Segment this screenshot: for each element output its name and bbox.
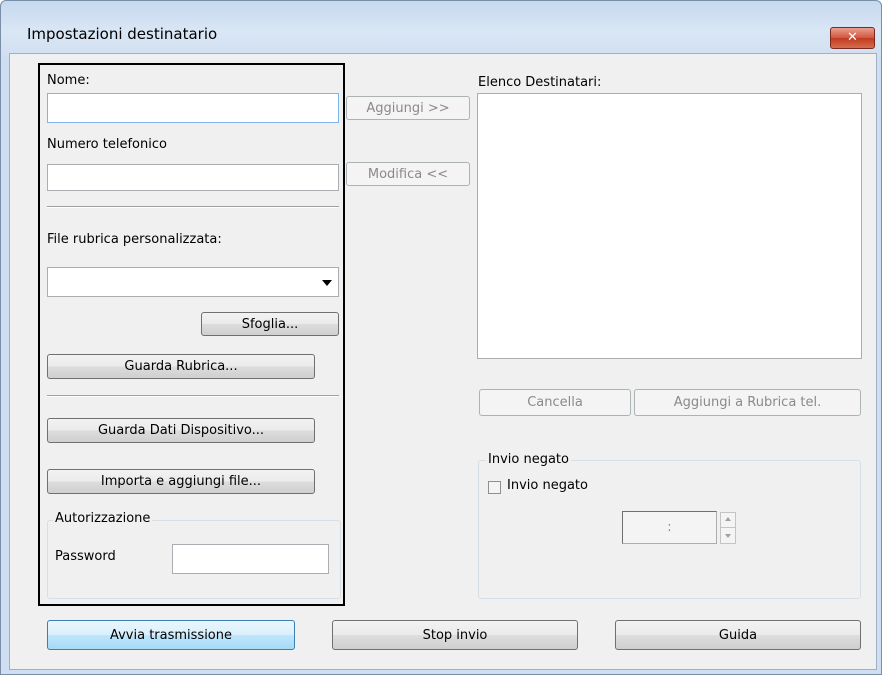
importa-file-button[interactable]: Importa e aggiungi file... (47, 469, 315, 494)
modifica-button[interactable]: Modifica << (346, 162, 470, 186)
rubrica-file-label: File rubrica personalizzata: (47, 232, 222, 247)
aggiungi-button[interactable]: Aggiungi >> (346, 96, 470, 120)
sfoglia-button[interactable]: Sfoglia... (201, 312, 339, 336)
time-spinner (720, 512, 736, 544)
rubrica-file-select[interactable] (47, 267, 339, 297)
telefono-input[interactable] (47, 164, 339, 191)
guarda-dati-dispositivo-button[interactable]: Guarda Dati Dispositivo... (47, 418, 315, 443)
avvia-trasmissione-button[interactable]: Avvia trasmissione (47, 620, 295, 650)
elenco-destinatari-label: Elenco Destinatari: (478, 75, 602, 90)
dropdown-arrow-icon (322, 280, 332, 286)
close-icon: ✕ (847, 30, 858, 45)
left-separator-2 (47, 395, 339, 397)
left-separator-1 (47, 206, 339, 208)
time-value: : (667, 520, 672, 535)
guarda-rubrica-button[interactable]: Guarda Rubrica... (47, 354, 315, 379)
invio-negato-group-label: Invio negato (486, 452, 571, 467)
time-field: : (622, 511, 717, 544)
dialog-client-area: Nome: Numero telefonico File rubrica per… (9, 53, 877, 670)
window-title: Impostazioni destinatario (27, 25, 218, 43)
invio-negato-checkbox[interactable] (488, 481, 501, 494)
recipient-list[interactable] (477, 93, 862, 359)
close-button[interactable]: ✕ (830, 27, 875, 49)
password-input[interactable] (172, 544, 329, 574)
cancella-button[interactable]: Cancella (479, 389, 631, 416)
telefono-label: Numero telefonico (47, 137, 167, 152)
stop-invio-button[interactable]: Stop invio (332, 620, 578, 650)
aggiungi-rubrica-button[interactable]: Aggiungi a Rubrica tel. (634, 389, 861, 416)
password-label: Password (55, 549, 116, 564)
autorizzazione-group-label: Autorizzazione (53, 511, 153, 526)
guida-button[interactable]: Guida (615, 620, 861, 650)
invio-negato-checkbox-label: Invio negato (507, 478, 588, 493)
spin-down-icon (725, 534, 731, 538)
nome-label: Nome: (47, 73, 90, 88)
dialog-window: Impostazioni destinatario ✕ Nome: Numero… (0, 0, 882, 675)
spin-up-icon (725, 517, 731, 521)
nome-input[interactable] (47, 93, 339, 123)
